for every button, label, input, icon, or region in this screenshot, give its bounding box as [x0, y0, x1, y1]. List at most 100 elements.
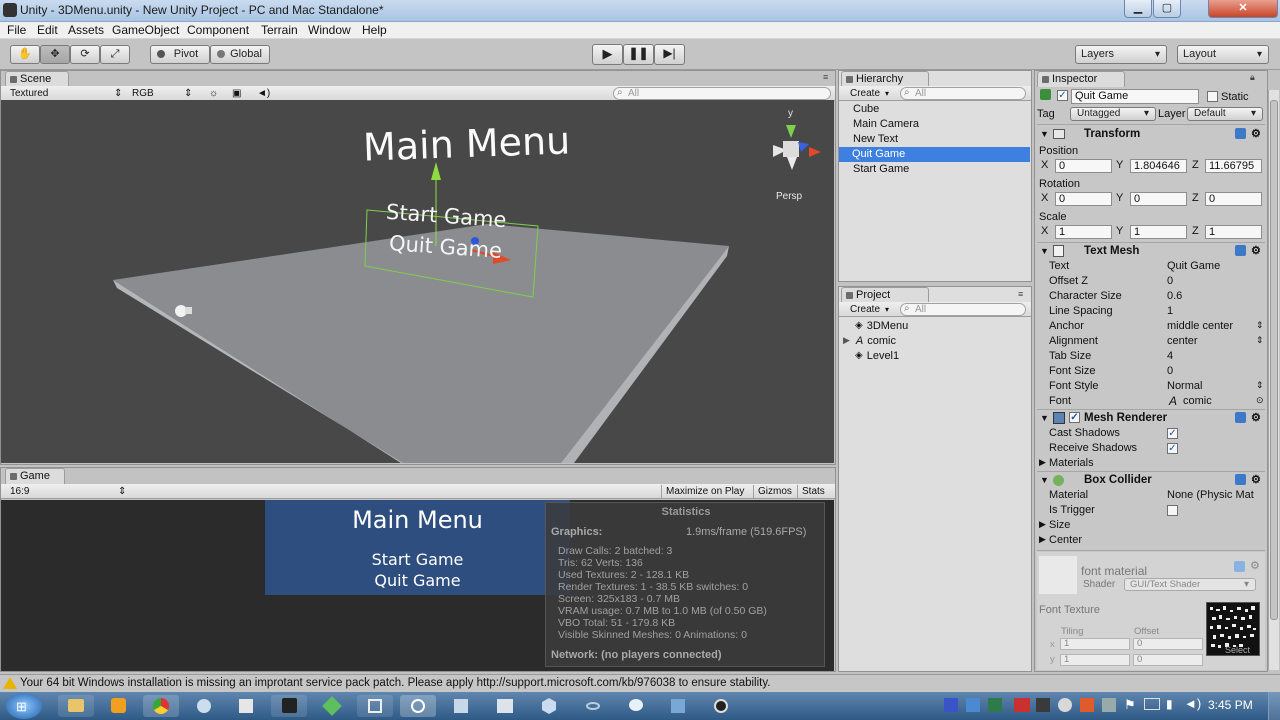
help-icon[interactable]: [1235, 474, 1246, 485]
object-name-field[interactable]: Quit Game: [1071, 89, 1199, 104]
play-button[interactable]: ▶: [592, 44, 623, 65]
text-mesh-header[interactable]: ▼ Text Mesh ⚙: [1037, 243, 1265, 259]
hierarchy-item[interactable]: New Text: [853, 132, 898, 147]
prop-value-text[interactable]: Quit Game: [1167, 260, 1220, 272]
help-icon[interactable]: [1235, 128, 1246, 139]
center-label[interactable]: Center: [1049, 534, 1082, 546]
game-viewport[interactable]: Main Menu Start Game Quit Game Statistic…: [1, 500, 834, 671]
active-checkbox[interactable]: ✓: [1057, 90, 1068, 101]
project-item[interactable]: ▶ A comic: [843, 333, 896, 348]
prop-value-alignment[interactable]: center: [1167, 335, 1198, 347]
gizmos-toggle[interactable]: Gizmos: [753, 485, 796, 498]
expand-arrow-icon[interactable]: ▶: [1039, 519, 1046, 530]
lighting-toggle-icon[interactable]: ☼: [209, 87, 218, 100]
layer-dropdown[interactable]: Default: [1187, 107, 1263, 121]
rotation-y-field[interactable]: 0: [1130, 192, 1187, 206]
layout-dropdown[interactable]: Layout: [1177, 45, 1269, 64]
hierarchy-item[interactable]: Start Game: [853, 162, 909, 177]
move-tool-button[interactable]: ✥: [40, 45, 70, 64]
app-taskbar-icon[interactable]: [314, 695, 350, 717]
step-button[interactable]: ▶|: [654, 44, 685, 65]
project-panel-menu-icon[interactable]: ≡: [1018, 289, 1023, 299]
tray-icon[interactable]: [1014, 698, 1030, 712]
is-trigger-checkbox[interactable]: [1167, 505, 1178, 516]
rotate-tool-button[interactable]: ⟳: [70, 45, 100, 64]
scene-search-input[interactable]: All: [613, 87, 831, 100]
tab-inspector[interactable]: Inspector: [1037, 71, 1125, 87]
materials-label[interactable]: Materials: [1049, 457, 1094, 469]
offset-y-field[interactable]: 0: [1133, 654, 1203, 666]
render-mode-dropdown[interactable]: Textured: [10, 87, 120, 100]
hierarchy-search-input[interactable]: All: [900, 87, 1026, 100]
box-collider-header[interactable]: ▼ Box Collider ⚙: [1037, 472, 1265, 488]
unity-taskbar-icon[interactable]: [271, 695, 307, 717]
prop-value-character-size[interactable]: 0.6: [1167, 290, 1182, 302]
tab-project[interactable]: Project: [841, 287, 929, 303]
app-taskbar-icon[interactable]: [443, 695, 479, 717]
prop-value-offset-z[interactable]: 0: [1167, 275, 1173, 287]
mesh-renderer-enabled-checkbox[interactable]: ✓: [1069, 412, 1080, 423]
dropdown-arrow-icon[interactable]: ⇕: [1256, 320, 1264, 331]
show-desktop-button[interactable]: [1268, 692, 1280, 720]
tab-hierarchy[interactable]: Hierarchy: [841, 71, 929, 87]
tag-dropdown[interactable]: Untagged: [1070, 107, 1156, 121]
flag-icon[interactable]: ⚑: [1124, 697, 1136, 713]
hand-tool-button[interactable]: ✋: [10, 45, 40, 64]
inspector-scroll-thumb[interactable]: [1270, 100, 1278, 620]
scale-y-field[interactable]: 1: [1130, 225, 1187, 239]
tray-icon[interactable]: [988, 698, 1002, 712]
maximize-on-play-toggle[interactable]: Maximize on Play: [661, 485, 748, 498]
tray-icon[interactable]: [966, 698, 980, 712]
material-value[interactable]: None (Physic Mat: [1167, 489, 1254, 501]
settings-gear-icon[interactable]: ⚙: [1251, 410, 1261, 426]
minimize-button[interactable]: ▁: [1124, 0, 1152, 18]
lock-icon[interactable]: 🔒︎: [1250, 72, 1255, 83]
menu-file[interactable]: File: [7, 23, 26, 37]
scene-viewport[interactable]: y Persp Main Menu Start Game Quit Game: [1, 100, 834, 463]
select-texture-label[interactable]: Select: [1225, 645, 1250, 655]
app-taskbar-icon[interactable]: [186, 695, 222, 717]
settings-gear-icon[interactable]: ⚙: [1251, 243, 1261, 259]
tray-icon[interactable]: [944, 698, 958, 712]
persp-label[interactable]: Persp: [776, 191, 802, 202]
settings-gear-icon[interactable]: ⚙: [1251, 472, 1261, 488]
menu-assets[interactable]: Assets: [68, 23, 104, 37]
image-toggle-icon[interactable]: ▣: [232, 87, 241, 100]
stats-toggle[interactable]: Stats: [797, 485, 829, 498]
aspect-dropdown[interactable]: 16:9: [10, 485, 120, 498]
menu-help[interactable]: Help: [362, 23, 387, 37]
receive-shadows-checkbox[interactable]: ✓: [1167, 443, 1178, 454]
cast-shadows-checkbox[interactable]: ✓: [1167, 428, 1178, 439]
menu-terrain[interactable]: Terrain: [261, 23, 298, 37]
position-z-field[interactable]: 11.66795: [1205, 159, 1262, 173]
project-item[interactable]: ◈ 3DMenu: [855, 318, 908, 333]
project-item[interactable]: ◈ Level1: [855, 348, 899, 363]
pivot-toggle[interactable]: Pivot: [150, 45, 210, 64]
chrome-taskbar-icon[interactable]: [143, 695, 179, 717]
expand-arrow-icon[interactable]: ▶: [1039, 457, 1046, 468]
unity-active-taskbar-icon[interactable]: [400, 695, 436, 717]
project-create-dropdown[interactable]: Create: [850, 303, 880, 316]
audio-toggle-icon[interactable]: ◄): [257, 87, 270, 100]
game-quit-game-text[interactable]: Quit Game: [265, 571, 570, 590]
tiling-x-field[interactable]: 1: [1060, 638, 1130, 650]
explorer-taskbar-icon[interactable]: [58, 695, 94, 717]
collapse-arrow-icon[interactable]: ▼: [1040, 126, 1049, 142]
tray-icon[interactable]: [1102, 698, 1116, 712]
prop-value-font-style[interactable]: Normal: [1167, 380, 1202, 392]
app-taskbar-icon[interactable]: [357, 695, 393, 717]
game-start-game-text[interactable]: Start Game: [265, 550, 570, 569]
static-checkbox[interactable]: [1207, 91, 1218, 102]
help-icon[interactable]: [1235, 245, 1246, 256]
rotation-x-field[interactable]: 0: [1055, 192, 1112, 206]
tray-icon[interactable]: [1058, 698, 1072, 712]
start-button[interactable]: ⊞: [6, 693, 42, 719]
hierarchy-create-dropdown[interactable]: Create: [850, 87, 880, 100]
tray-icon[interactable]: [1036, 698, 1050, 712]
hierarchy-item[interactable]: Main Camera: [853, 117, 919, 132]
scale-tool-button[interactable]: ⤢: [100, 45, 130, 64]
position-y-field[interactable]: 1.804646: [1130, 159, 1187, 173]
dropdown-arrow-icon[interactable]: ⇕: [1256, 335, 1264, 346]
collapse-arrow-icon[interactable]: ▼: [1040, 472, 1049, 488]
layers-dropdown[interactable]: Layers: [1075, 45, 1167, 64]
